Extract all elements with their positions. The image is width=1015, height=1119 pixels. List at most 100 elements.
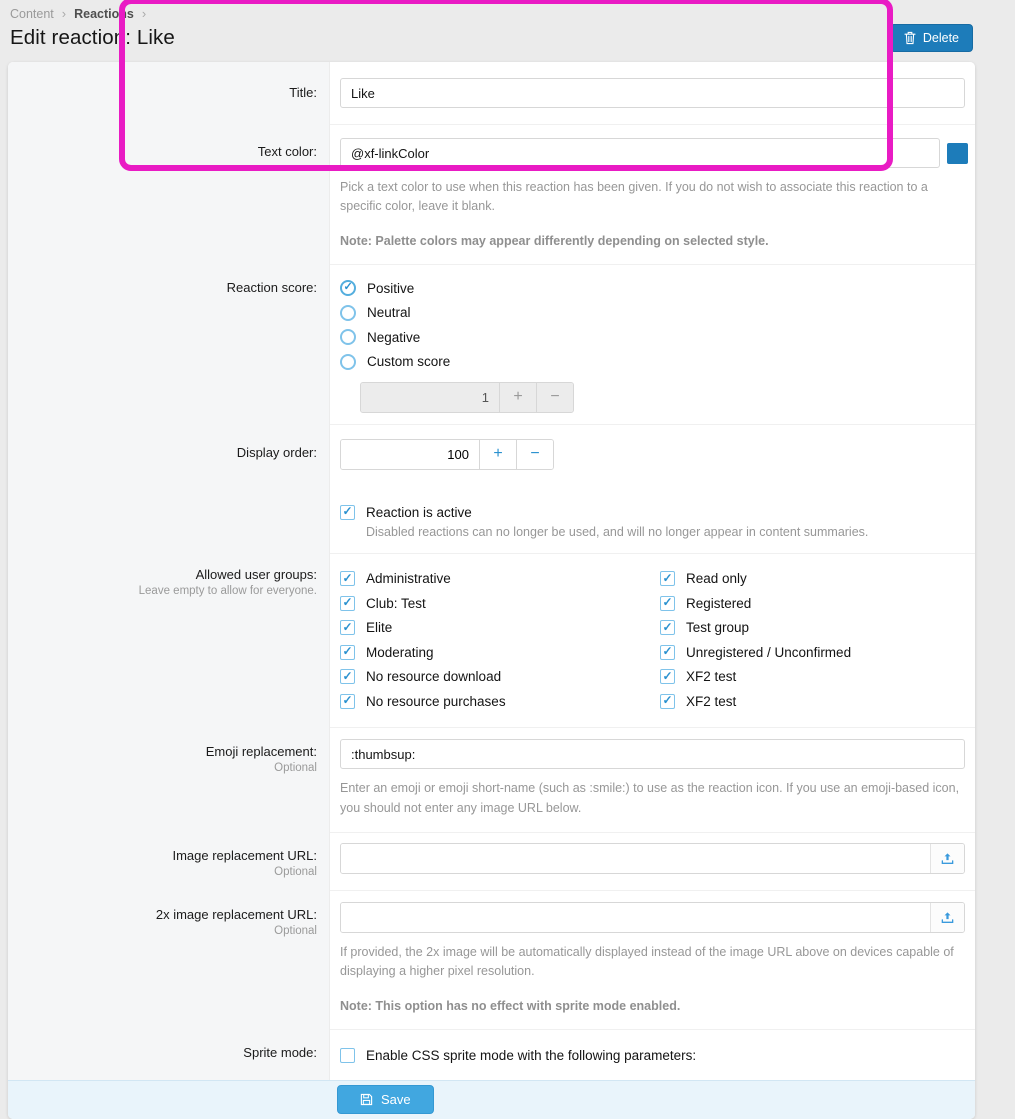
upload-icon [940, 910, 955, 925]
checkbox-checked-icon [340, 571, 355, 586]
reaction-is-active-explain: Disabled reactions can no longer be used… [366, 525, 965, 539]
radio-icon [340, 305, 356, 321]
title-label: Title: [18, 85, 317, 100]
save-button-label: Save [381, 1092, 411, 1107]
form-row-image-url-2x: 2x image replacement URL: Optional If pr… [8, 890, 975, 1029]
user-group-label: XF2 test [686, 669, 736, 684]
user-group-checkbox[interactable]: Read only [660, 566, 965, 591]
breadcrumb-content-link[interactable]: Content [10, 7, 54, 21]
emoji-input[interactable] [340, 739, 965, 769]
image-url-2x-label: 2x image replacement URL: [18, 907, 317, 922]
radio-checked-icon [340, 280, 356, 296]
page-title: Edit reaction: Like [10, 26, 175, 50]
save-button[interactable]: Save [337, 1085, 434, 1114]
form-row-title: Title: [8, 62, 975, 124]
user-group-checkbox[interactable]: Registered [660, 591, 965, 616]
text-color-label: Text color: [18, 144, 317, 159]
sprite-mode-checkbox-label: Enable CSS sprite mode with the followin… [366, 1048, 696, 1063]
form-footer: Save [8, 1080, 975, 1119]
breadcrumb-reactions-link[interactable]: Reactions [74, 7, 134, 21]
user-group-checkbox[interactable]: XF2 test [660, 664, 965, 689]
breadcrumb: Content › Reactions › [10, 6, 973, 21]
delete-button[interactable]: Delete [890, 24, 973, 52]
delete-button-label: Delete [923, 31, 959, 45]
user-group-label: Unregistered / Unconfirmed [686, 645, 851, 660]
allowed-groups-column-1: Administrative Club: Test Elite [340, 566, 660, 713]
checkbox-checked-icon [660, 669, 675, 684]
display-order-increment-button[interactable]: + [479, 440, 516, 469]
emoji-explain: Enter an emoji or emoji short-name (such… [340, 779, 965, 818]
radio-negative[interactable]: Negative [340, 325, 965, 350]
emoji-label: Emoji replacement: [18, 744, 317, 759]
save-floppy-icon [360, 1093, 373, 1106]
user-group-checkbox[interactable]: XF2 test [660, 689, 965, 714]
user-group-checkbox[interactable]: Administrative [340, 566, 660, 591]
radio-custom-score[interactable]: Custom score [340, 349, 965, 374]
user-group-label: Club: Test [366, 596, 426, 611]
image-url-2x-hint: Optional [18, 925, 317, 937]
form-row-display-order: Display order: + − Reaction is active Di… [8, 424, 975, 554]
user-group-label: No resource purchases [366, 694, 506, 709]
user-group-checkbox[interactable]: Test group [660, 615, 965, 640]
color-swatch[interactable] [947, 143, 968, 164]
reaction-score-label: Reaction score: [18, 280, 317, 295]
display-order-input[interactable] [341, 440, 479, 469]
custom-score-increment-button[interactable]: + [499, 383, 536, 412]
checkbox-checked-icon [660, 645, 675, 660]
trash-icon [904, 31, 916, 45]
upload-button[interactable] [930, 903, 964, 932]
text-color-input[interactable] [340, 138, 940, 168]
user-group-label: XF2 test [686, 694, 736, 709]
radio-positive[interactable]: Positive [340, 276, 965, 301]
form-row-emoji-replacement: Emoji replacement: Optional Enter an emo… [8, 727, 975, 832]
image-url-2x-note: Note: This option has no effect with spr… [340, 999, 965, 1013]
checkbox-checked-icon [660, 620, 675, 635]
user-group-label: No resource download [366, 669, 501, 684]
allowed-groups-label: Allowed user groups: [18, 567, 317, 582]
text-color-explain: Pick a text color to use when this react… [340, 178, 965, 217]
user-group-checkbox[interactable]: Unregistered / Unconfirmed [660, 640, 965, 665]
user-group-checkbox[interactable]: Elite [340, 615, 660, 640]
radio-neutral[interactable]: Neutral [340, 300, 965, 325]
radio-icon [340, 354, 356, 370]
display-order-decrement-button[interactable]: − [516, 440, 553, 469]
radio-icon [340, 329, 356, 345]
user-group-label: Administrative [366, 571, 451, 586]
user-group-label: Registered [686, 596, 751, 611]
sprite-mode-label: Sprite mode: [18, 1045, 317, 1060]
user-group-checkbox[interactable]: No resource purchases [340, 689, 660, 714]
checkbox-checked-icon [660, 596, 675, 611]
image-url-2x-input[interactable] [341, 903, 930, 932]
user-group-checkbox[interactable]: Club: Test [340, 591, 660, 616]
radio-neutral-label: Neutral [367, 305, 411, 320]
checkbox-checked-icon [340, 694, 355, 709]
reaction-is-active-label: Reaction is active [366, 505, 472, 520]
user-group-label: Test group [686, 620, 749, 635]
custom-score-input[interactable] [361, 383, 499, 412]
checkbox-checked-icon [660, 571, 675, 586]
upload-button[interactable] [930, 844, 964, 873]
checkbox-checked-icon [660, 694, 675, 709]
form-row-allowed-user-groups: Allowed user groups: Leave empty to allo… [8, 553, 975, 727]
custom-score-decrement-button[interactable]: − [536, 383, 573, 412]
admin-page: Content › Reactions › Edit reaction: Lik… [0, 0, 1015, 1119]
title-input[interactable] [340, 78, 965, 108]
checkbox-checked-icon [340, 669, 355, 684]
edit-reaction-form: Title: Text color: Pick a text color to … [8, 62, 975, 1119]
sprite-mode-checkbox[interactable]: Enable CSS sprite mode with the followin… [340, 1043, 965, 1068]
allowed-groups-column-2: Read only Registered Test group [660, 566, 965, 713]
checkbox-checked-icon [340, 505, 355, 520]
image-url-input[interactable] [341, 844, 930, 873]
image-url-label: Image replacement URL: [18, 848, 317, 863]
display-order-stepper: + − [340, 439, 554, 470]
form-row-text-color: Text color: Pick a text color to use whe… [8, 124, 975, 264]
form-row-image-url: Image replacement URL: Optional [8, 832, 975, 890]
user-group-label: Read only [686, 571, 747, 586]
text-color-note: Note: Palette colors may appear differen… [340, 234, 968, 248]
reaction-is-active-checkbox[interactable]: Reaction is active [340, 500, 965, 525]
user-group-checkbox[interactable]: Moderating [340, 640, 660, 665]
user-group-checkbox[interactable]: No resource download [340, 664, 660, 689]
allowed-groups-hint: Leave empty to allow for everyone. [18, 585, 317, 597]
image-url-2x-explain: If provided, the 2x image will be automa… [340, 943, 965, 982]
page-header: Content › Reactions › Edit reaction: Lik… [0, 0, 1015, 62]
